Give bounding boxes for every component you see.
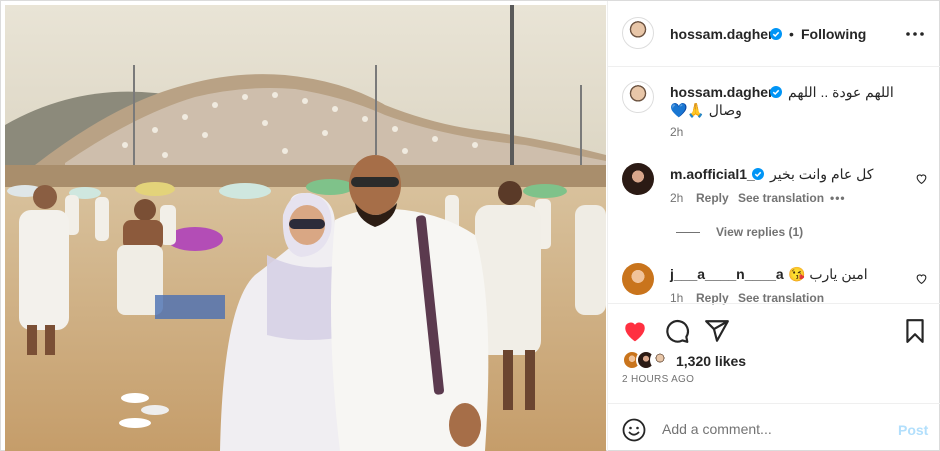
caption-username[interactable]: hossam.dagher (670, 84, 773, 100)
author-avatar[interactable] (622, 17, 654, 49)
caption-text-line1: اللهم عودة .. اللهم (788, 84, 894, 100)
see-translation-button[interactable]: See translation (738, 191, 824, 205)
comment-time[interactable]: 2h (670, 191, 683, 205)
comment-text: امين يارب 😘 (788, 266, 868, 282)
post-header: hossam.dagher • Following (608, 1, 940, 67)
view-replies-divider (676, 232, 700, 233)
comment-username[interactable]: j___a____n____a (670, 266, 784, 282)
likes-count[interactable]: 1,320 likes (676, 353, 746, 369)
commenter-avatar[interactable] (622, 263, 654, 295)
comment-more-button[interactable]: ••• (830, 191, 846, 205)
caption-time[interactable]: 2h (670, 125, 683, 139)
share-icon[interactable] (704, 318, 730, 344)
commenter-avatar[interactable] (622, 163, 654, 195)
like-comment-heart-icon[interactable] (915, 172, 928, 185)
more-options-icon[interactable] (904, 27, 926, 41)
post-sidebar: hossam.dagher • Following hossam.dagher … (607, 1, 940, 451)
comment-input[interactable] (662, 418, 882, 440)
like-comment-heart-icon[interactable] (915, 272, 928, 285)
comment-icon[interactable] (664, 318, 690, 344)
save-bookmark-icon[interactable] (902, 318, 928, 344)
caption-text-line2: وصال 🙏💙 (670, 102, 742, 118)
following-button[interactable]: Following (801, 26, 866, 42)
post-timestamp[interactable]: 2 HOURS AGO (622, 374, 694, 385)
post-dialog: hossam.dagher • Following hossam.dagher … (0, 0, 940, 451)
pilgrimage-photo (5, 5, 606, 451)
post-photo[interactable] (5, 5, 606, 451)
verified-badge-icon (752, 168, 764, 180)
add-comment-bar: Post (608, 403, 940, 451)
verified-badge-icon (770, 28, 782, 40)
comment-text: كل عام وانت بخير (770, 166, 874, 182)
post-actions: 1,320 likes 2 HOURS AGO (608, 303, 940, 403)
verified-badge-icon (770, 86, 782, 98)
comment-username[interactable]: m.aofficial1_ (670, 166, 755, 182)
reply-button[interactable]: Reply (696, 191, 729, 205)
caption-avatar[interactable] (622, 81, 654, 113)
view-replies-button[interactable]: View replies (1) (716, 225, 803, 239)
liked-heart-icon[interactable] (622, 318, 648, 344)
header-separator: • (789, 26, 794, 42)
liker-avatar[interactable] (650, 350, 670, 370)
post-comment-button[interactable]: Post (898, 422, 928, 438)
emoji-icon[interactable] (622, 418, 646, 442)
author-username[interactable]: hossam.dagher (670, 26, 773, 42)
